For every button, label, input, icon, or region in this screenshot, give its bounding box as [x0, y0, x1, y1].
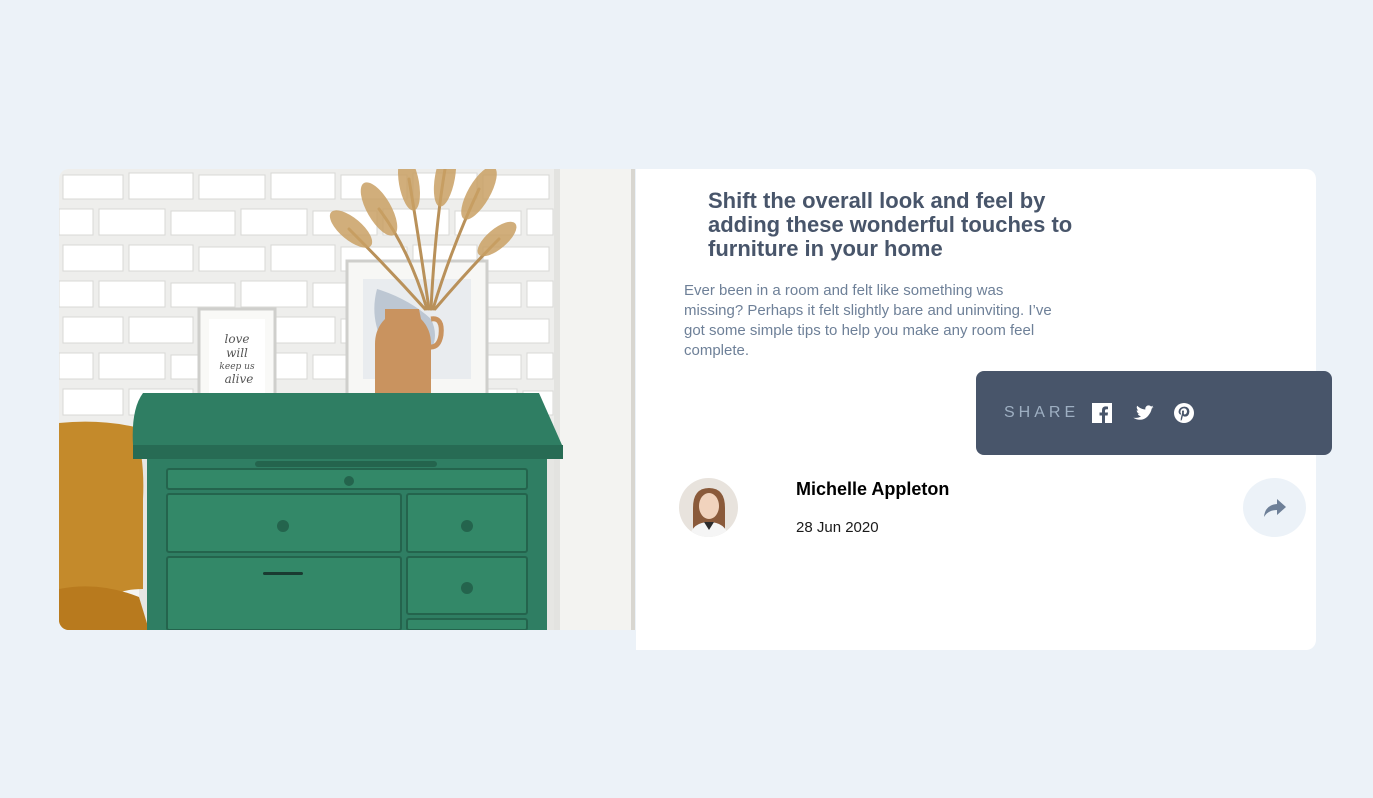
- furniture-illustration: love will keep us alive: [59, 169, 635, 630]
- twitter-icon[interactable]: [1132, 402, 1154, 424]
- share-popover: SHARE: [976, 371, 1332, 455]
- facebook-icon[interactable]: [1091, 402, 1113, 424]
- share-label: SHARE: [1004, 404, 1080, 421]
- svg-text:alive: alive: [225, 372, 254, 386]
- article-excerpt: Ever been in a room and felt like someth…: [684, 282, 1052, 359]
- svg-text:love: love: [225, 332, 250, 346]
- share-arrow-icon: [1263, 498, 1286, 517]
- pinterest-icon[interactable]: [1173, 402, 1195, 424]
- svg-text:will: will: [226, 346, 248, 360]
- article-image: love will keep us alive: [59, 169, 635, 630]
- author-name: Michelle Appleton: [796, 479, 950, 499]
- article-title: Shift the overall look and feel by addin…: [708, 188, 1073, 261]
- share-button[interactable]: [1243, 478, 1306, 537]
- avatar: [679, 478, 738, 537]
- publish-date: 28 Jun 2020: [796, 519, 879, 536]
- svg-text:keep us: keep us: [219, 362, 255, 372]
